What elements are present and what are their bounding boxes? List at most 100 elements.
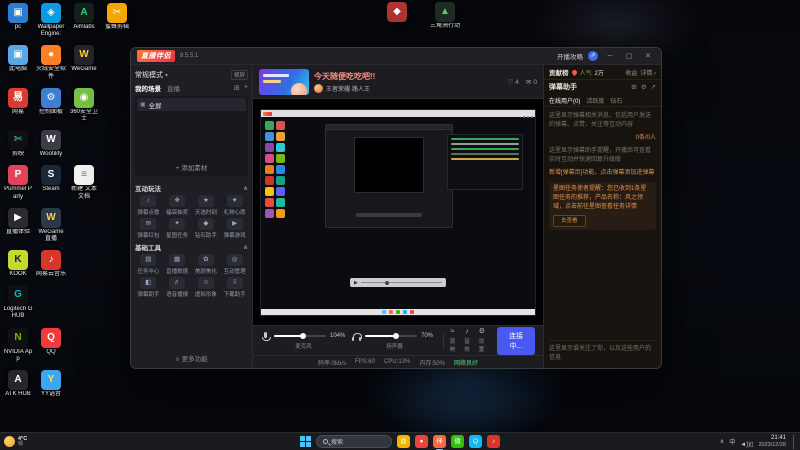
- speaker-slider-knob[interactable]: [393, 333, 400, 339]
- desktop-icon-control-panel[interactable]: ⚙ 控制面板: [36, 87, 66, 123]
- live-status-button[interactable]: 连接中...: [496, 326, 535, 355]
- minimize-button[interactable]: ─: [603, 53, 617, 60]
- desktop-icon-wegame[interactable]: W WeGame: [69, 45, 99, 80]
- desktop-icon-delta-force[interactable]: ▲ 三角洲行动: [428, 2, 462, 30]
- desktop-icon-nvidia-app[interactable]: N NVIDIA App: [3, 327, 33, 363]
- tool-item[interactable]: ◆ 钻石助手: [193, 218, 220, 239]
- desktop-icon-row: ▶ 直播体验 W WeGame直播: [3, 207, 137, 243]
- add-material-button[interactable]: + 添加素材: [135, 162, 248, 172]
- taskbar-app-live-companion[interactable]: 伴: [433, 435, 446, 450]
- desktop-icon-wallpaper-engine[interactable]: ◈ Wallpaper Engine:: [36, 3, 66, 38]
- start-button[interactable]: [300, 436, 311, 447]
- mode-selector[interactable]: 常规模式 ▾: [135, 70, 168, 80]
- search-box[interactable]: 搜索: [316, 435, 392, 448]
- desktop-icon-game-shortcut[interactable]: ◆: [380, 2, 414, 30]
- tool-item[interactable]: ❖ 福袋抽奖: [164, 195, 191, 216]
- more-features-button[interactable]: ∨ 更多功能: [135, 351, 248, 365]
- tool-icon: ▶: [226, 218, 243, 230]
- source-item-fullscreen[interactable]: ▣ 全屏: [137, 98, 246, 111]
- orientation-toggle[interactable]: 横屏: [230, 69, 248, 80]
- gear-icon[interactable]: ⚙: [641, 84, 647, 91]
- desktop-icon-ghub[interactable]: G Logitech G HUB: [3, 285, 33, 320]
- maximize-button[interactable]: ▢: [622, 52, 636, 60]
- headphones-icon[interactable]: [352, 332, 362, 341]
- chevron-up-icon[interactable]: ∧: [243, 185, 248, 192]
- taskbar-app-file-explorer[interactable]: ▤: [397, 435, 410, 448]
- scene-tab-1[interactable]: 直播: [167, 83, 180, 93]
- desktop-icon-wegame-live[interactable]: W WeGame直播: [36, 207, 66, 243]
- sound-effect-button[interactable]: ♪ 音效: [464, 328, 470, 353]
- desktop-icon-bee-clip[interactable]: ✂ 蜜蜂剪辑: [102, 3, 132, 38]
- tool-item[interactable]: ☺ 虚拟形象: [193, 277, 220, 298]
- tool-item[interactable]: ✿ 美颜美化: [193, 254, 220, 275]
- promo-banner[interactable]: [259, 68, 309, 95]
- taskbar-app-music[interactable]: ♪: [487, 435, 500, 448]
- tool-item[interactable]: ♥ 礼物心愿: [221, 195, 248, 216]
- contribution-tab[interactable]: 贡献榜: [549, 67, 569, 77]
- income-tab[interactable]: 收益: [625, 68, 637, 77]
- preview-canvas[interactable]: ▶: [253, 99, 543, 325]
- desktop-icon-huorong[interactable]: ● 火绒安全软件: [36, 45, 66, 80]
- tool-item[interactable]: ◧ 弹幕助手: [135, 277, 162, 298]
- tool-item[interactable]: ✉ 弹幕红包: [135, 218, 162, 239]
- add-icon[interactable]: +: [244, 84, 248, 92]
- grid-icon[interactable]: ⊞: [631, 84, 636, 91]
- tool-item[interactable]: ◎ 互动管理: [221, 254, 248, 275]
- reverb-button[interactable]: ≈ 混响: [450, 328, 456, 353]
- tool-item[interactable]: ✦ 星图任务: [164, 218, 191, 239]
- expand-icon[interactable]: ↗: [651, 84, 656, 91]
- taskbar-app-wechat[interactable]: 微: [451, 435, 464, 448]
- tool-item[interactable]: ▦ 直播数据: [164, 254, 191, 275]
- detail-link[interactable]: 详情 ›: [640, 68, 656, 77]
- tool-item[interactable]: ▤ 任务中心: [135, 254, 162, 275]
- desktop-icon-aimlabs[interactable]: A Aimlabs: [69, 3, 99, 38]
- assistant-tab-1[interactable]: 活跃度: [586, 96, 604, 105]
- mic-slider[interactable]: [274, 333, 326, 339]
- tool-item[interactable]: ♪ 弹幕点歌: [135, 195, 162, 216]
- grid-view-icon[interactable]: ⊞: [234, 84, 240, 92]
- tool-item[interactable]: ♬ 语音播报: [164, 277, 191, 298]
- desktop-icon-atk-hub[interactable]: A ATK HUB: [3, 370, 33, 398]
- show-desktop-button[interactable]: [793, 434, 796, 449]
- clock[interactable]: 21:41 2023/12/28: [758, 435, 786, 448]
- settings-button[interactable]: ⚙ 设置: [479, 328, 485, 353]
- tool-item[interactable]: ★ 天选时刻: [193, 195, 220, 216]
- tray-chevron-icon[interactable]: ∧: [720, 438, 724, 445]
- desktop-icon-kook[interactable]: K KOOK: [3, 250, 33, 278]
- desktop-icon-yy[interactable]: Y YY语音: [36, 370, 66, 398]
- close-button[interactable]: ✕: [641, 52, 655, 60]
- desktop-icon-netease[interactable]: 易网易: [3, 87, 33, 123]
- chevron-up-icon[interactable]: ∧: [243, 244, 248, 251]
- battery-icon[interactable]: ▯: [750, 442, 753, 448]
- scene-tab-0[interactable]: 我的场景: [135, 83, 161, 93]
- desktop-icon-pc[interactable]: ▣ pc: [3, 3, 33, 38]
- desktop-icon-netease-music[interactable]: ♪ 网易云音乐: [36, 250, 66, 278]
- desktop-icon-wootility[interactable]: W Wootility: [36, 130, 66, 158]
- view-task-button[interactable]: 去查看: [553, 215, 586, 228]
- mic-slider-knob[interactable]: [299, 333, 306, 339]
- taskbar-app-qq[interactable]: Q: [469, 435, 482, 448]
- audio-tool-label: 音效: [464, 339, 470, 353]
- assistant-tab-2[interactable]: 钻石: [610, 96, 622, 105]
- desktop-icon-steam[interactable]: S Steam: [36, 165, 66, 200]
- guide-button[interactable]: 开播攻略: [557, 51, 583, 61]
- stat-likes: ♡ 4: [507, 78, 518, 86]
- desktop-icon-qq[interactable]: Q QQ: [36, 327, 66, 363]
- ime-indicator[interactable]: 中: [729, 437, 735, 446]
- desktop-icon-pummel-party[interactable]: P Pummel Party: [3, 165, 33, 200]
- tool-item[interactable]: ⇩ 下载助手: [221, 277, 248, 298]
- weather-widget[interactable]: ☀ 4°C 晴: [4, 436, 27, 448]
- desktop-icon-360-safe[interactable]: ◉ 360安全卫士: [69, 87, 99, 123]
- section-header: 互动玩法 ∧: [135, 182, 248, 194]
- share-icon[interactable]: ⇗: [588, 51, 598, 61]
- desktop-icon-live-trial[interactable]: ▶ 直播体验: [3, 207, 33, 243]
- assistant-tab-0[interactable]: 在线用户(0): [549, 96, 580, 105]
- desktop-icon-this-pc[interactable]: ▣ 此电脑: [3, 45, 33, 80]
- microphone-icon[interactable]: [261, 331, 271, 341]
- speaker-slider[interactable]: [365, 333, 417, 339]
- volume-icon[interactable]: ◄)): [740, 442, 750, 448]
- desktop-icon-new-text-doc[interactable]: ≡ 新建 文本文档: [69, 165, 99, 200]
- taskbar-app-browser[interactable]: ●: [415, 435, 428, 448]
- desktop-icon-jianying[interactable]: ✄ 剪映: [3, 130, 33, 158]
- tool-item[interactable]: ▶ 弹幕游戏: [221, 218, 248, 239]
